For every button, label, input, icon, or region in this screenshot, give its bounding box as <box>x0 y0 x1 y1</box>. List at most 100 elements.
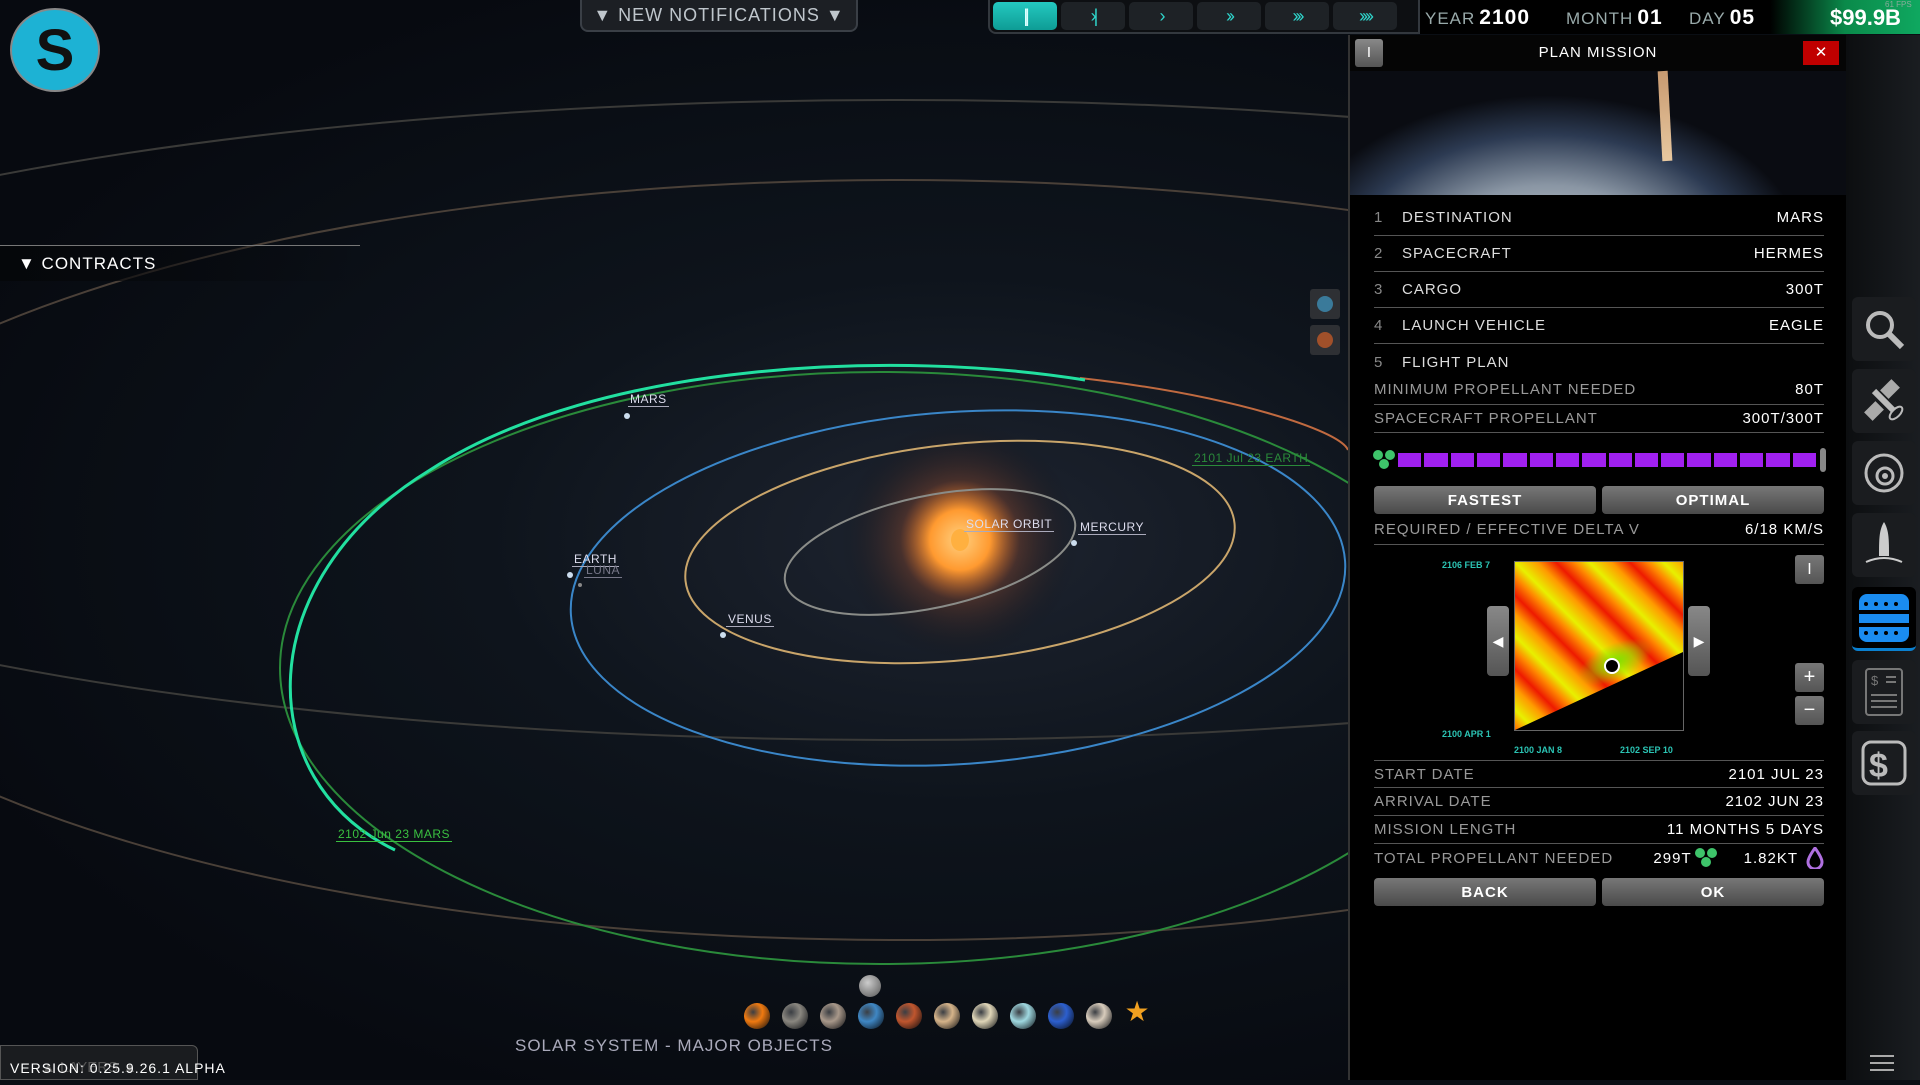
mars-label[interactable]: MARS <box>628 392 669 407</box>
mars-orbit-arc <box>1079 377 1349 451</box>
step-label: DESTINATION <box>1402 209 1513 226</box>
speed-4-button[interactable]: ›››› <box>1333 2 1397 30</box>
step-label: LAUNCH VEHICLE <box>1402 317 1547 334</box>
propellant-segment <box>1450 453 1474 467</box>
mars-arrival-label: 2102 Jun 23 MARS <box>336 827 453 842</box>
svg-text:$: $ <box>1869 747 1888 785</box>
propellant-slider-handle[interactable] <box>1820 448 1826 472</box>
propellant-segment <box>1582 453 1606 467</box>
outer-orbit <box>0 179 1920 941</box>
launch-button[interactable] <box>1852 513 1916 577</box>
mars-button[interactable] <box>896 1003 922 1029</box>
step-row-launch-vehicle[interactable]: 4 LAUNCH VEHICLE EAGLE <box>1374 308 1824 344</box>
porkchop-prev-button[interactable]: ◀ <box>1487 606 1509 676</box>
zoom-out-button[interactable]: − <box>1795 696 1824 725</box>
mercury-label[interactable]: MERCURY <box>1078 520 1146 535</box>
venus-marker[interactable] <box>720 632 726 638</box>
ok-button[interactable]: OK <box>1602 878 1824 906</box>
sun[interactable] <box>951 529 969 551</box>
venus-button[interactable] <box>820 1003 846 1029</box>
pause-button[interactable]: || <box>993 2 1057 30</box>
earth-focus-button[interactable] <box>1310 289 1340 319</box>
pluto-button[interactable] <box>1086 1003 1112 1029</box>
zoom-in-button[interactable]: + <box>1795 663 1824 692</box>
step-number: 3 <box>1374 281 1384 298</box>
step-number: 2 <box>1374 245 1384 262</box>
start-date-row: START DATE 2101 JUL 23 <box>1374 760 1824 788</box>
satellite-button[interactable] <box>1852 369 1916 433</box>
propellant-segment <box>1424 453 1448 467</box>
porkchop-next-button[interactable]: ▶ <box>1688 606 1710 676</box>
propellant-segment <box>1661 453 1685 467</box>
speed-1-button[interactable]: › <box>1129 2 1193 30</box>
propellant-segment <box>1766 453 1790 467</box>
selected-transfer-marker[interactable] <box>1604 658 1620 674</box>
optimal-button[interactable]: OPTIMAL <box>1602 486 1824 514</box>
step-number: 5 <box>1374 353 1384 371</box>
step-value: MARS <box>1776 209 1824 226</box>
venus-label[interactable]: VENUS <box>726 612 774 627</box>
missions-button[interactable] <box>1852 587 1916 651</box>
luna-marker[interactable] <box>578 583 582 587</box>
orbits-button[interactable] <box>1852 441 1916 505</box>
mercury-button[interactable] <box>782 1003 808 1029</box>
earth-marker[interactable] <box>567 572 573 578</box>
favorites-button[interactable]: ★ <box>1124 998 1150 1026</box>
saturn-button[interactable] <box>972 1003 998 1029</box>
step-row-spacecraft[interactable]: 2 SPACECRAFT HERMES <box>1374 236 1824 272</box>
search-button[interactable] <box>1852 297 1916 361</box>
luna-label[interactable]: LUNA <box>584 563 623 578</box>
contracts-button[interactable]: $ <box>1852 660 1916 724</box>
mars-focus-button[interactable] <box>1310 325 1340 355</box>
luna-button[interactable] <box>859 975 881 997</box>
solar-system-map[interactable] <box>0 0 1920 1080</box>
version-label: VERSION: 0.25.9.26.1 ALPHA <box>10 1060 226 1076</box>
step-label: CARGO <box>1402 281 1463 298</box>
satellite-icon <box>1864 379 1904 421</box>
document-icon: $ <box>1865 668 1903 716</box>
svg-text:$: $ <box>1871 673 1879 688</box>
speed-3-button[interactable]: ››› <box>1265 2 1329 30</box>
propellant-slider[interactable] <box>1398 453 1816 467</box>
solar-orbit-label[interactable]: SOLAR ORBIT <box>964 517 1055 532</box>
back-button[interactable]: BACK <box>1374 878 1596 906</box>
step-row-destination[interactable]: 1 DESTINATION MARS <box>1374 200 1824 236</box>
step-label: FLIGHT PLAN <box>1402 353 1510 371</box>
step-row-cargo[interactable]: 3 CARGO 300T <box>1374 272 1824 308</box>
notifications-button[interactable]: ▼ NEW NOTIFICATIONS ▼ <box>580 0 858 32</box>
porkchop-info-button[interactable]: i <box>1795 555 1824 584</box>
orbit-view[interactable] <box>0 0 1920 1080</box>
total-propellant-row: TOTAL PROPELLANT NEEDED 299T 1.82KT <box>1374 844 1824 872</box>
earth-departure-label: 2101 Jul 23 EARTH <box>1192 451 1311 466</box>
min-propellant-row: MINIMUM PROPELLANT NEEDED 80T <box>1374 375 1824 405</box>
fastest-button[interactable]: FASTEST <box>1374 486 1596 514</box>
menu-button[interactable] <box>1870 1055 1894 1071</box>
propellant-segment <box>1503 453 1527 467</box>
sun-button[interactable] <box>744 1003 770 1029</box>
uranus-button[interactable] <box>1010 1003 1036 1029</box>
panel-title: PLAN MISSION <box>1538 44 1658 61</box>
company-logo[interactable]: S <box>10 8 100 92</box>
step-value: HERMES <box>1753 245 1824 262</box>
mars-marker[interactable] <box>624 413 630 419</box>
propellant-segment <box>1740 453 1764 467</box>
outer-orbit <box>0 99 1920 741</box>
neptune-button[interactable] <box>1048 1003 1074 1029</box>
close-button[interactable]: ✕ <box>1803 41 1839 65</box>
earth-button[interactable] <box>858 1003 884 1029</box>
x-axis-left-label: 2100 JAN 8 <box>1514 745 1563 755</box>
step-button[interactable]: ›| <box>1061 2 1125 30</box>
x-axis-right-label: 2102 SEP 10 <box>1620 745 1673 755</box>
mars-orbit <box>279 371 1481 965</box>
view-title: SOLAR SYSTEM - MAJOR OBJECTS <box>515 1036 833 1055</box>
month-display: MONTH 01 <box>1566 6 1663 29</box>
finances-button[interactable]: $ <box>1852 731 1916 795</box>
speed-2-button[interactable]: ›› <box>1197 2 1261 30</box>
delta-v-row: REQUIRED / EFFECTIVE DELTA V 6/18 KM/S <box>1374 515 1824 545</box>
propellant-segment <box>1529 453 1553 467</box>
jupiter-button[interactable] <box>934 1003 960 1029</box>
y-axis-top-label: 2106 FEB 7 <box>1442 560 1491 570</box>
porkchop-plot[interactable] <box>1514 561 1684 731</box>
contracts-toggle[interactable]: ▼ CONTRACTS <box>0 245 360 281</box>
mercury-marker[interactable] <box>1071 540 1077 546</box>
